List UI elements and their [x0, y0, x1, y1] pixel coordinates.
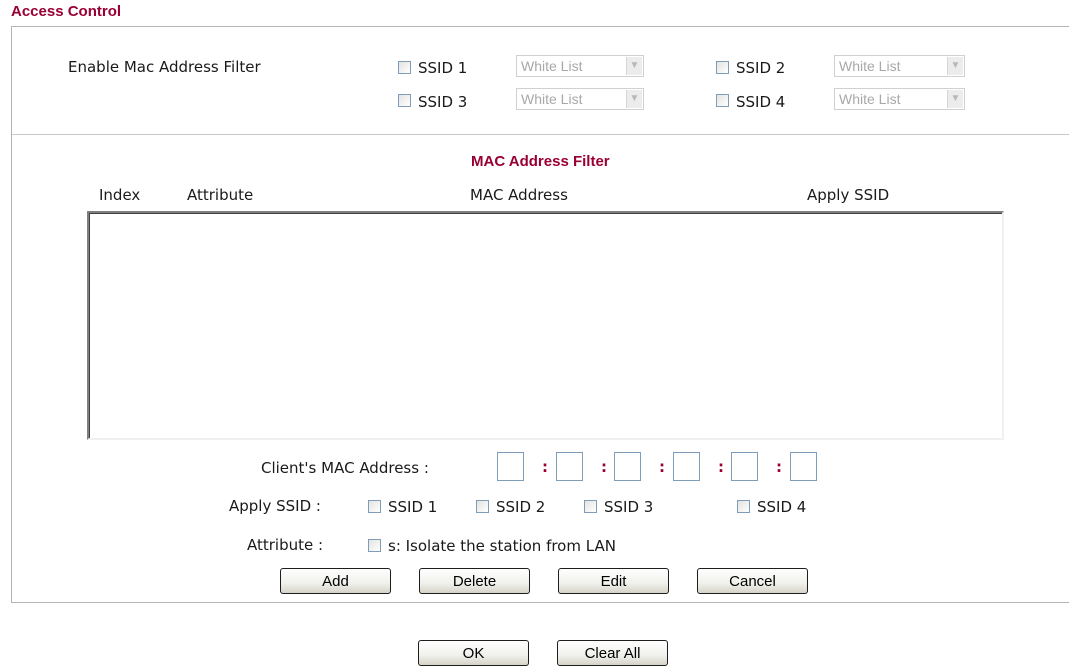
- mac-octet-5-input[interactable]: [731, 452, 758, 481]
- mac-octet-2-input[interactable]: [556, 452, 583, 481]
- ssid2-list-mode-value: White List: [839, 58, 901, 74]
- apply-ssid4-label: SSID 4: [757, 498, 807, 516]
- ssid2-filter-checkbox[interactable]: [716, 61, 729, 74]
- chevron-down-icon: ▼: [626, 57, 642, 75]
- ssid3-filter-checkbox[interactable]: [398, 94, 411, 107]
- ssid1-filter-checkbox[interactable]: [398, 61, 411, 74]
- ssid4-filter-checkbox[interactable]: [716, 94, 729, 107]
- apply-ssid2-label: SSID 2: [496, 498, 546, 516]
- mac-octet-3-input[interactable]: [614, 452, 641, 481]
- mac-separator: :: [542, 458, 548, 476]
- add-button[interactable]: Add: [280, 568, 391, 594]
- apply-ssid4-checkbox[interactable]: [737, 500, 750, 513]
- page-title: Access Control: [11, 3, 122, 20]
- mac-filter-listbox[interactable]: [87, 211, 1004, 440]
- mac-octet-4-input[interactable]: [673, 452, 700, 481]
- column-header-apply-ssid: Apply SSID: [807, 186, 890, 204]
- column-header-attribute: Attribute: [187, 186, 254, 204]
- mac-separator: :: [718, 458, 724, 476]
- ssid1-list-mode-value: White List: [521, 58, 583, 74]
- ssid1-list-mode-select[interactable]: White List ▼: [516, 55, 644, 77]
- mac-octet-1-input[interactable]: [497, 452, 524, 481]
- mac-filter-title: MAC Address Filter: [471, 153, 610, 170]
- cancel-button[interactable]: Cancel: [697, 568, 808, 594]
- chevron-down-icon: ▼: [947, 57, 963, 75]
- ssid3-filter-label: SSID 3: [418, 93, 468, 111]
- apply-ssid3-label: SSID 3: [604, 498, 654, 516]
- ssid2-list-mode-select[interactable]: White List ▼: [834, 55, 965, 77]
- apply-ssid1-label: SSID 1: [388, 498, 438, 516]
- section-divider: [12, 134, 1069, 135]
- ssid1-filter-label: SSID 1: [418, 59, 468, 77]
- isolate-station-checkbox[interactable]: [368, 539, 381, 552]
- column-header-mac-address: MAC Address: [470, 186, 568, 204]
- enable-mac-filter-label: Enable Mac Address Filter: [68, 58, 261, 76]
- chevron-down-icon: ▼: [626, 90, 642, 108]
- client-mac-label: Client's MAC Address :: [261, 459, 429, 477]
- apply-ssid-label: Apply SSID :: [229, 497, 321, 515]
- ssid4-list-mode-select[interactable]: White List ▼: [834, 88, 965, 110]
- ssid2-filter-label: SSID 2: [736, 59, 786, 77]
- mac-octet-6-input[interactable]: [790, 452, 817, 481]
- ok-button[interactable]: OK: [418, 640, 529, 666]
- delete-button[interactable]: Delete: [419, 568, 530, 594]
- clear-all-button[interactable]: Clear All: [557, 640, 668, 666]
- apply-ssid2-checkbox[interactable]: [476, 500, 489, 513]
- mac-separator: :: [659, 458, 665, 476]
- chevron-down-icon: ▼: [947, 90, 963, 108]
- ssid3-list-mode-value: White List: [521, 91, 583, 107]
- apply-ssid3-checkbox[interactable]: [584, 500, 597, 513]
- mac-separator: :: [776, 458, 782, 476]
- isolate-station-label: s: Isolate the station from LAN: [388, 537, 616, 555]
- ssid3-list-mode-select[interactable]: White List ▼: [516, 88, 644, 110]
- ssid4-list-mode-value: White List: [839, 91, 901, 107]
- mac-separator: :: [601, 458, 607, 476]
- ssid4-filter-label: SSID 4: [736, 93, 786, 111]
- edit-button[interactable]: Edit: [558, 568, 669, 594]
- apply-ssid1-checkbox[interactable]: [368, 500, 381, 513]
- attribute-label: Attribute :: [247, 536, 324, 554]
- column-header-index: Index: [99, 186, 141, 204]
